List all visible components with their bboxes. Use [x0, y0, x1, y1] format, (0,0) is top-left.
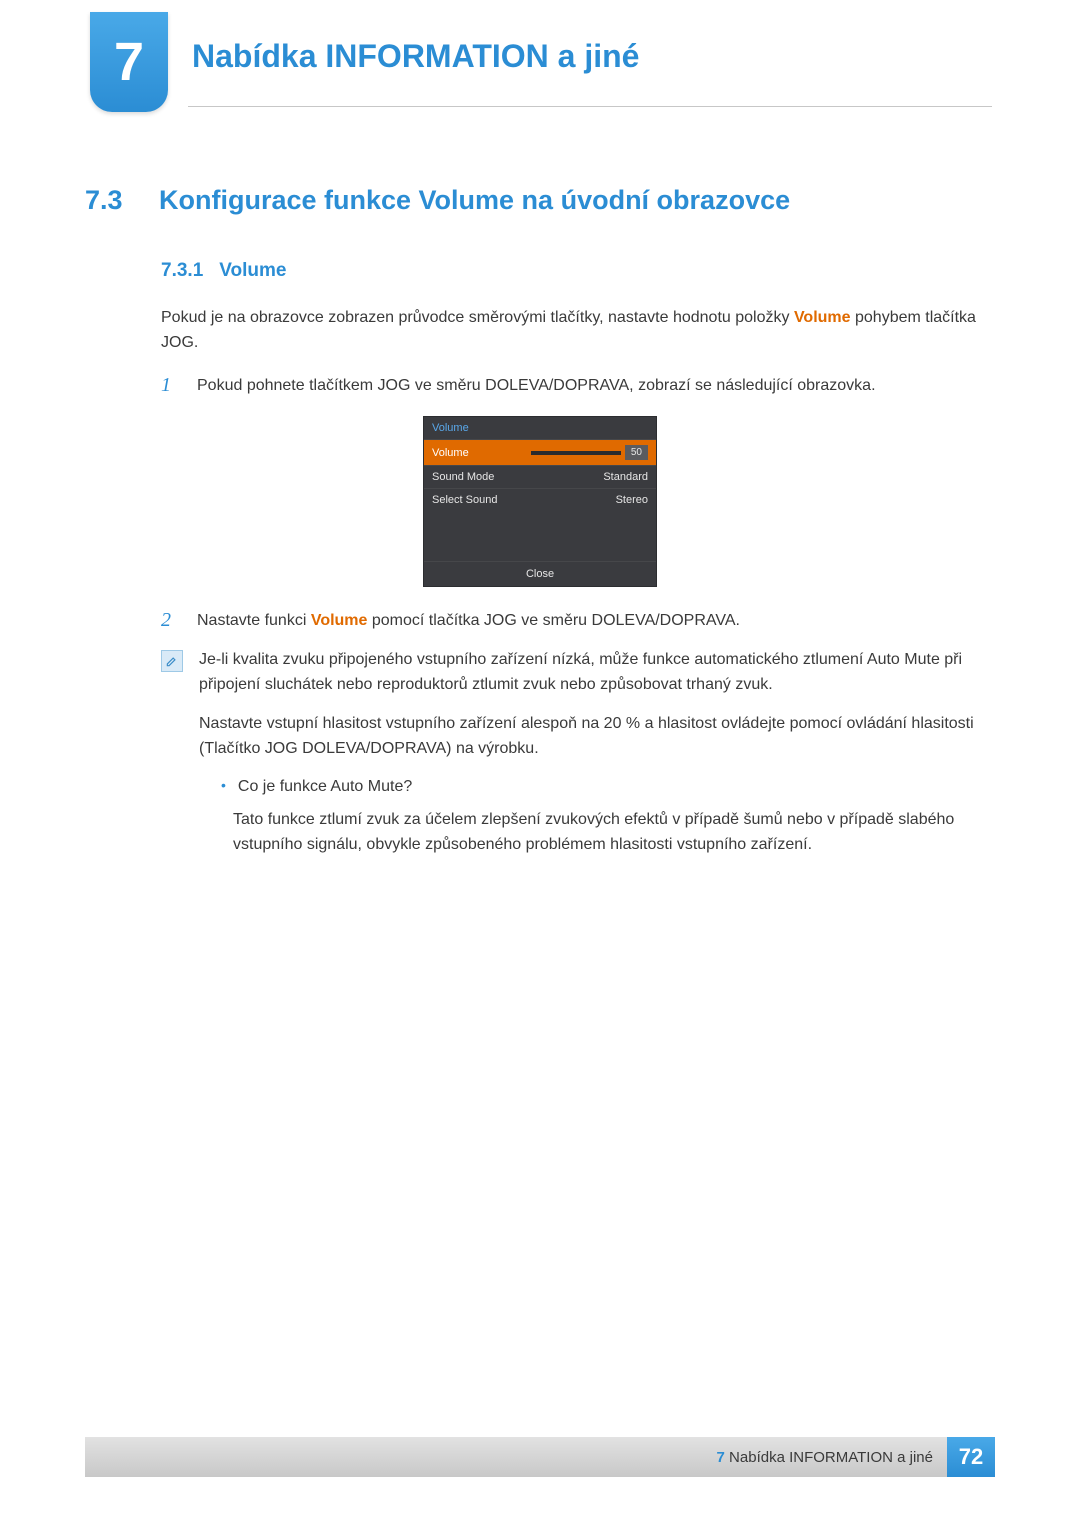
osd-sound-mode-value: Standard — [603, 471, 648, 483]
step-2: 2 Nastavte funkci Volume pomocí tlačítka… — [161, 609, 995, 634]
osd-select-sound-label: Select Sound — [432, 494, 497, 506]
section-title: Konfigurace funkce Volume na úvodní obra… — [159, 185, 790, 216]
osd-spacer — [424, 511, 656, 561]
osd-volume-slider: 50 — [531, 445, 648, 460]
osd-row-sound-mode: Sound Mode Standard — [424, 465, 656, 488]
intro-text-1: Pokud je na obrazovce zobrazen průvodce … — [161, 309, 794, 326]
chapter-title: Nabídka INFORMATION a jiné — [192, 38, 639, 75]
step2-post: pomocí tlačítka JOG ve směru DOLEVA/DOPR… — [367, 612, 740, 629]
osd-close-label: Close — [424, 561, 656, 586]
step-1: 1 Pokud pohnete tlačítkem JOG ve směru D… — [161, 374, 995, 399]
osd-menu: Volume Volume 50 Sound Mode Standard Sel… — [423, 416, 657, 587]
note-paragraph-2: Nastavte vstupní hlasitost vstupního zař… — [199, 712, 995, 762]
subsection-title: Volume — [219, 260, 286, 282]
osd-slider-track — [531, 451, 621, 455]
osd-figure: Volume Volume 50 Sound Mode Standard Sel… — [85, 416, 995, 587]
subsection-heading: 7.3.1 Volume — [161, 260, 995, 282]
pencil-icon — [165, 654, 179, 668]
note-icon — [161, 650, 183, 672]
note-block: Je-li kvalita zvuku připojeného vstupníh… — [161, 648, 995, 858]
note-paragraph-1: Je-li kvalita zvuku připojeného vstupníh… — [199, 648, 995, 698]
osd-sound-mode-label: Sound Mode — [432, 471, 494, 483]
note-bullet: • Co je funkce Auto Mute? — [221, 775, 995, 800]
page-content: 7.3 Konfigurace funkce Volume na úvodní … — [85, 185, 995, 858]
osd-volume-label: Volume — [432, 447, 469, 459]
step2-volume-keyword: Volume — [311, 612, 368, 629]
bullet-answer: Tato funkce ztlumí zvuk za účelem zlepše… — [233, 808, 995, 858]
osd-header: Volume — [424, 417, 656, 439]
footer-chapter-title: Nabídka INFORMATION a jiné — [729, 1449, 933, 1466]
step-number: 2 — [161, 609, 179, 634]
intro-paragraph: Pokud je na obrazovce zobrazen průvodce … — [161, 306, 995, 356]
osd-select-sound-value: Stereo — [616, 494, 648, 506]
step-text: Pokud pohnete tlačítkem JOG ve směru DOL… — [197, 374, 995, 399]
intro-volume-keyword: Volume — [794, 309, 851, 326]
header-rule — [188, 106, 992, 107]
note-body: Je-li kvalita zvuku připojeného vstupníh… — [199, 648, 995, 858]
osd-row-select-sound: Select Sound Stereo — [424, 488, 656, 511]
step2-pre: Nastavte funkci — [197, 612, 311, 629]
step-text: Nastavte funkci Volume pomocí tlačítka J… — [197, 609, 995, 634]
section-number: 7.3 — [85, 185, 137, 216]
section-heading: 7.3 Konfigurace funkce Volume na úvodní … — [85, 185, 995, 216]
page-footer: 7 Nabídka INFORMATION a jiné 72 — [85, 1437, 995, 1477]
bullet-question: Co je funkce Auto Mute? — [238, 775, 412, 800]
footer-page-number: 72 — [947, 1437, 995, 1477]
step-number: 1 — [161, 374, 179, 399]
bullet-dot-icon: • — [221, 775, 226, 800]
footer-chapter-number: 7 — [717, 1449, 725, 1466]
chapter-tab: 7 — [90, 12, 168, 112]
chapter-number: 7 — [114, 31, 144, 93]
osd-volume-value: 50 — [625, 445, 648, 460]
subsection-number: 7.3.1 — [161, 260, 203, 282]
footer-bar: 7 Nabídka INFORMATION a jiné — [85, 1437, 947, 1477]
osd-row-volume: Volume 50 — [424, 439, 656, 465]
